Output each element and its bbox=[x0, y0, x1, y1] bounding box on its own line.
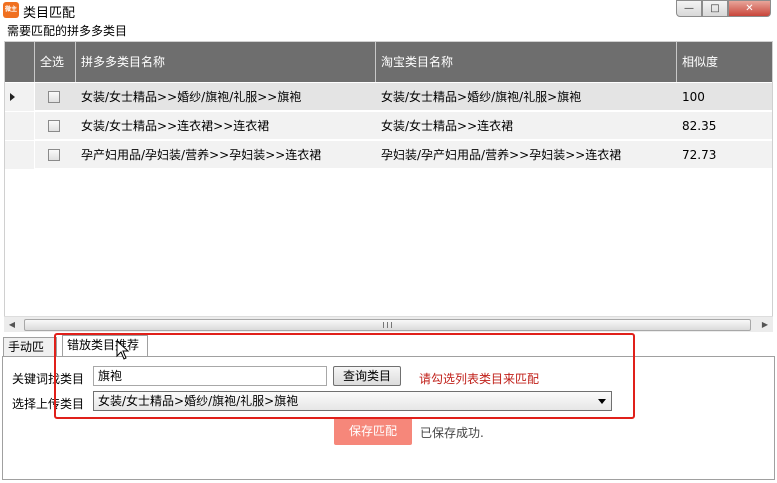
header-similarity[interactable]: 相似度 bbox=[677, 42, 772, 82]
minimize-icon: — bbox=[684, 3, 694, 14]
arrow-right-icon: ▶ bbox=[761, 320, 769, 329]
scroll-left-button[interactable]: ◀ bbox=[4, 317, 20, 333]
hint-text: 请勾选列表类目来匹配 bbox=[419, 372, 540, 386]
row-selector[interactable] bbox=[5, 83, 35, 111]
category-grid: 全选 拼多多类目名称 淘宝类目名称 相似度 女装/女士精品>>婚纱/旗袍/礼服>… bbox=[4, 41, 773, 330]
row-checkbox-cell bbox=[35, 83, 76, 111]
row-selector[interactable] bbox=[5, 112, 35, 140]
scroll-thumb[interactable] bbox=[24, 319, 751, 331]
taobao-category-cell[interactable]: 女装/女士精品>>连衣裙 bbox=[376, 112, 677, 140]
row-checkbox[interactable] bbox=[48, 120, 60, 132]
grid-header: 全选 拼多多类目名称 淘宝类目名称 相似度 bbox=[5, 42, 772, 82]
header-select-all[interactable]: 全选 bbox=[35, 42, 76, 82]
pdd-category-cell[interactable]: 孕产妇用品/孕妇装/营养>>孕妇装>>连衣裙 bbox=[76, 141, 376, 169]
arrow-left-icon: ◀ bbox=[8, 320, 16, 329]
row-selector[interactable] bbox=[5, 141, 35, 169]
section-label: 需要匹配的拼多多类目 bbox=[7, 24, 128, 38]
similarity-cell[interactable]: 82.35 bbox=[677, 112, 772, 140]
chevron-down-icon bbox=[598, 399, 606, 404]
minimize-button[interactable]: — bbox=[676, 0, 702, 17]
current-row-arrow-icon bbox=[10, 93, 15, 101]
keyword-label: 关键词找类目 bbox=[12, 372, 85, 386]
row-checkbox-cell bbox=[35, 112, 76, 140]
close-button[interactable]: ✕ bbox=[728, 0, 771, 17]
grip-icon bbox=[383, 322, 392, 328]
keyword-input[interactable]: 旗袍 bbox=[93, 366, 327, 386]
similarity-cell[interactable]: 72.73 bbox=[677, 141, 772, 169]
status-text: 已保存成功. bbox=[420, 426, 484, 440]
mouse-cursor-icon bbox=[116, 340, 130, 360]
upload-category-value: 女装/女士精品>婚纱/旗袍/礼服>旗袍 bbox=[98, 394, 299, 408]
tab-manual-match[interactable]: 手动匹配 bbox=[3, 337, 57, 372]
save-match-button[interactable]: 保存匹配 bbox=[334, 417, 412, 445]
window-title: 类目匹配 bbox=[23, 6, 76, 21]
maximize-button[interactable]: □ bbox=[702, 0, 728, 17]
row-checkbox[interactable] bbox=[48, 149, 60, 161]
maximize-icon: □ bbox=[710, 3, 720, 14]
upload-category-label: 选择上传类目 bbox=[12, 397, 85, 411]
header-taobao-category[interactable]: 淘宝类目名称 bbox=[376, 42, 677, 82]
row-checkbox-cell bbox=[35, 141, 76, 169]
query-category-button[interactable]: 查询类目 bbox=[333, 366, 401, 386]
app-icon: 微主宝 bbox=[3, 2, 19, 18]
title-bar: 微主宝 类目匹配 — □ ✕ bbox=[0, 0, 777, 21]
horizontal-scrollbar[interactable]: ◀ ▶ bbox=[4, 316, 773, 332]
header-pdd-category[interactable]: 拼多多类目名称 bbox=[76, 42, 376, 82]
taobao-category-cell[interactable]: 孕妇装/孕产妇用品/营养>>孕妇装>>连衣裙 bbox=[376, 141, 677, 169]
tab-wrong-category-recommend[interactable]: 错放类目推荐 bbox=[62, 335, 148, 357]
row-checkbox[interactable] bbox=[48, 91, 60, 103]
header-row-selector bbox=[5, 42, 35, 82]
upload-category-select[interactable]: 女装/女士精品>婚纱/旗袍/礼服>旗袍 bbox=[93, 391, 612, 411]
pdd-category-cell[interactable]: 女装/女士精品>>连衣裙>>连衣裙 bbox=[76, 112, 376, 140]
similarity-cell[interactable]: 100 bbox=[677, 83, 772, 111]
window-controls: — □ ✕ bbox=[676, 0, 771, 18]
close-icon: ✕ bbox=[745, 3, 754, 14]
table-row[interactable]: 孕产妇用品/孕妇装/营养>>孕妇装>>连衣裙 孕妇装/孕产妇用品/营养>>孕妇装… bbox=[5, 141, 772, 169]
scroll-right-button[interactable]: ▶ bbox=[757, 317, 773, 333]
taobao-category-cell[interactable]: 女装/女士精品>婚纱/旗袍/礼服>旗袍 bbox=[376, 83, 677, 111]
pdd-category-cell[interactable]: 女装/女士精品>>婚纱/旗袍/礼服>>旗袍 bbox=[76, 83, 376, 111]
table-row[interactable]: 女装/女士精品>>婚纱/旗袍/礼服>>旗袍 女装/女士精品>婚纱/旗袍/礼服>旗… bbox=[5, 83, 772, 111]
table-row[interactable]: 女装/女士精品>>连衣裙>>连衣裙 女装/女士精品>>连衣裙 82.35 bbox=[5, 112, 772, 140]
